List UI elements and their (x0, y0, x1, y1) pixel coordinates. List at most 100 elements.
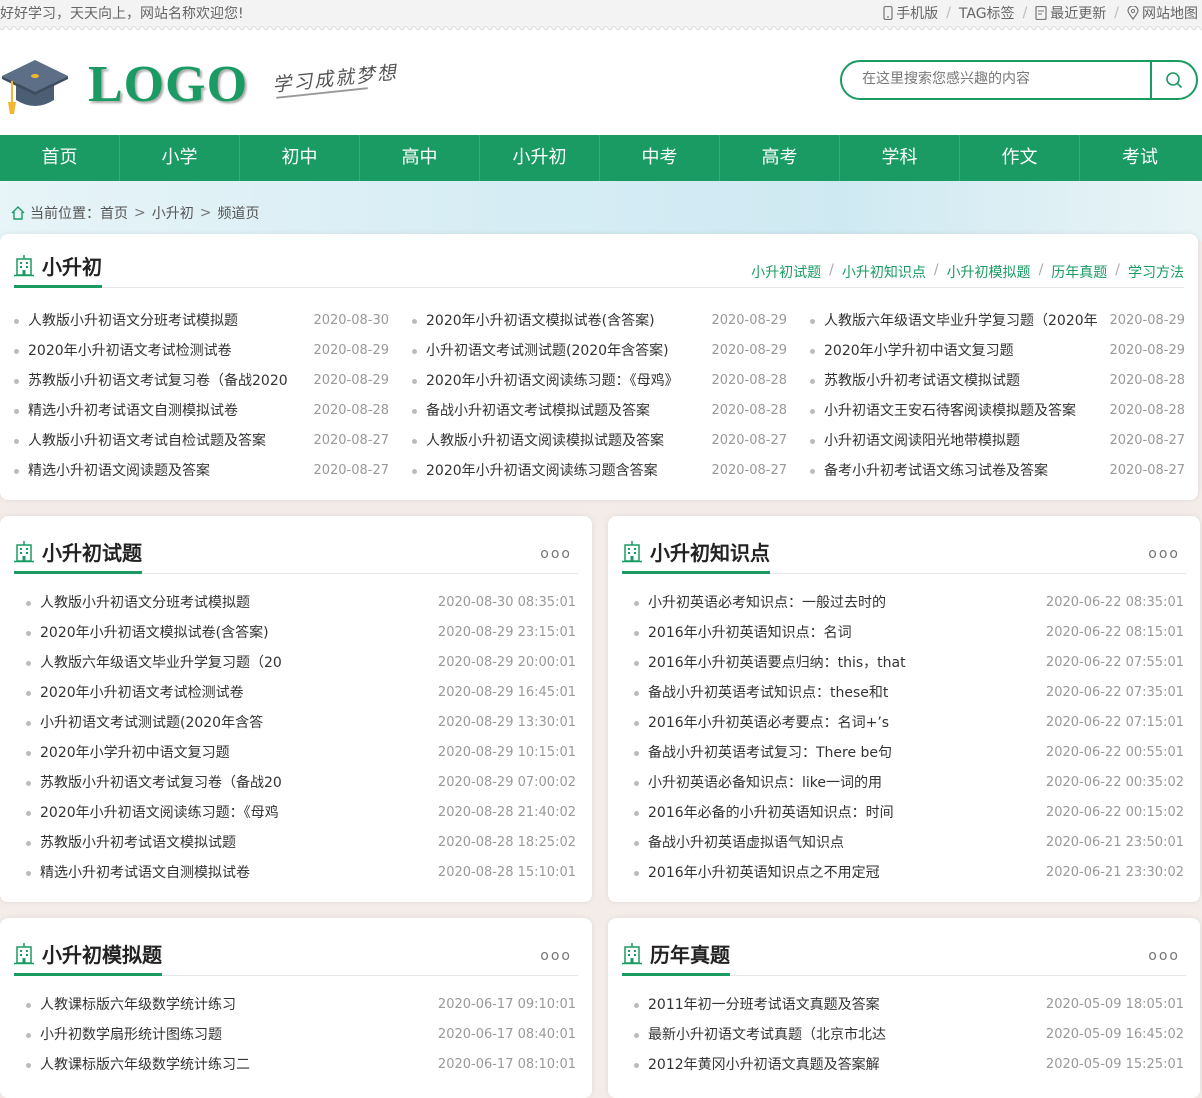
list-item[interactable]: 精选小升初考试语文自测模拟试卷 2020-08-28 (14, 396, 389, 426)
divider: / (933, 262, 939, 278)
search-button[interactable] (1150, 62, 1196, 98)
list-item-title: 苏教版小升初考试语文模拟试题 (40, 835, 236, 851)
list-item[interactable]: 人教版小升初语文阅读模拟试题及答案 2020-08-27 (412, 426, 787, 456)
more-button[interactable]: ooo (540, 948, 572, 964)
list-item[interactable]: 人教版小升初语文分班考试模拟题 2020-08-30 08:35:01 (26, 588, 576, 618)
bullet-icon (634, 1033, 639, 1038)
list-item-title: 人教课标版六年级数学统计练习二 (40, 1057, 250, 1073)
list-item[interactable]: 人教版六年级语文毕业升学复习题（20 2020-08-29 20:00:01 (26, 648, 576, 678)
list-item[interactable]: 2016年小升初英语知识点：名词 2020-06-22 08:15:01 (634, 618, 1184, 648)
list-item-date: 2020-06-17 09:10:01 (437, 997, 576, 1012)
nav-home[interactable]: 首页 (0, 135, 120, 181)
list-item-title: 小升初数学扇形统计图练习题 (40, 1027, 222, 1043)
list-item[interactable]: 小升初语文考试测试题(2020年含答案) 2020-08-29 (412, 336, 787, 366)
list-item-title: 2016年必备的小升初英语知识点：时间 (648, 805, 894, 821)
list-item[interactable]: 精选小升初考试语文自测模拟试卷 2020-08-28 15:10:01 (26, 858, 576, 888)
nav-junior-high[interactable]: 初中 (240, 135, 360, 181)
sublink-methods[interactable]: 学习方法 (1128, 262, 1184, 282)
list-item[interactable]: 小升初英语必备知识点：like一词的用 2020-06-22 00:35:02 (634, 768, 1184, 798)
list-item[interactable]: 2020年小升初语文阅读练习题：《母鸡》 2020-08-28 (412, 366, 787, 396)
building-icon (622, 942, 642, 964)
bullet-icon (26, 871, 31, 876)
nav-gaokao[interactable]: 高考 (720, 135, 840, 181)
list-item-date: 2020-08-30 08:35:01 (437, 595, 576, 610)
list-item[interactable]: 2020年小升初语文考试检测试卷 2020-08-29 (14, 336, 389, 366)
list-item[interactable]: 备战小升初英语虚拟语气知识点 2020-06-21 23:50:01 (634, 828, 1184, 858)
list-item[interactable]: 2020年小升初语文阅读练习题含答案 2020-08-27 (412, 456, 787, 486)
bullet-icon (26, 841, 31, 846)
list-item[interactable]: 苏教版小升初语文考试复习卷（备战2020 2020-08-29 (14, 366, 389, 396)
list-item[interactable]: 人教版小升初语文分班考试模拟题 2020-08-30 (14, 306, 389, 336)
list-item[interactable]: 备战小升初语文考试模拟试题及答案 2020-08-28 (412, 396, 787, 426)
list-item[interactable]: 2020年小升初语文模拟试卷(含答案) 2020-08-29 (412, 306, 787, 336)
sitemap-link[interactable]: 网站地图 (1127, 3, 1198, 23)
list-item[interactable]: 苏教版小升初考试语文模拟试题 2020-08-28 18:25:02 (26, 828, 576, 858)
nav-xiaoshengchu[interactable]: 小升初 (480, 135, 600, 181)
site-logo[interactable]: LOGO (0, 50, 248, 118)
list-item[interactable]: 小升初语文王安石待客阅读模拟题及答案 2020-08-28 (810, 396, 1185, 426)
search-box (840, 60, 1198, 100)
more-button[interactable]: ooo (1148, 546, 1180, 562)
list-item[interactable]: 2020年小学升初中语文复习题 2020-08-29 10:15:01 (26, 738, 576, 768)
list-item-title: 2020年小升初语文阅读练习题：《母鸡》 (426, 373, 679, 389)
bullet-icon (14, 439, 19, 444)
main-section-list: 人教版小升初语文分班考试模拟题 2020-08-30 2020年小升初语文考试检测试… (14, 306, 1185, 486)
list-item[interactable]: 最新小升初语文考试真题（北京市北达 2020-05-09 16:45:02 (634, 1020, 1184, 1050)
list-item-title: 2020年小学升初中语文复习题 (824, 343, 1014, 359)
more-button[interactable]: ooo (1148, 948, 1180, 964)
more-button[interactable]: ooo (540, 546, 572, 562)
list-item[interactable]: 小升初语文考试测试题(2020年含答 2020-08-29 13:30:01 (26, 708, 576, 738)
list-item[interactable]: 2020年小升初语文考试检测试卷 2020-08-29 16:45:01 (26, 678, 576, 708)
breadcrumb-sep: > (134, 205, 146, 221)
bullet-icon (634, 661, 639, 666)
list-item[interactable]: 2016年小升初英语必考要点：名词+’s 2020-06-22 07:15:01 (634, 708, 1184, 738)
sublink-past-papers[interactable]: 历年真题 (1051, 262, 1107, 282)
bullet-icon (26, 751, 31, 756)
list-item-title: 2020年小升初语文考试检测试卷 (40, 685, 244, 701)
list-item[interactable]: 备战小升初英语考试知识点：these和t 2020-06-22 07:35:01 (634, 678, 1184, 708)
sublink-knowledge[interactable]: 小升初知识点 (842, 262, 926, 282)
nav-composition[interactable]: 作文 (960, 135, 1080, 181)
list-item-date: 2020-08-27 (711, 433, 787, 448)
breadcrumb-home[interactable]: 首页 (100, 203, 128, 223)
list-item[interactable]: 2020年小学升初中语文复习题 2020-08-29 (810, 336, 1185, 366)
list-item[interactable]: 备考小升初考试语文练习试卷及答案 2020-08-27 (810, 456, 1185, 486)
breadcrumb-xiaoshengchu[interactable]: 小升初 (152, 203, 194, 223)
list-item[interactable]: 小升初英语必考知识点：一般过去时的 2020-06-22 08:35:01 (634, 588, 1184, 618)
list-item[interactable]: 精选小升初语文阅读题及答案 2020-08-27 (14, 456, 389, 486)
list-item-title: 精选小升初考试语文自测模拟试卷 (40, 865, 250, 881)
list-item[interactable]: 人教课标版六年级数学统计练习二 2020-06-17 08:10:01 (26, 1050, 576, 1080)
nav-zhongkao[interactable]: 中考 (600, 135, 720, 181)
list-item[interactable]: 2020年小升初语文模拟试卷(含答案) 2020-08-29 23:15:01 (26, 618, 576, 648)
list-item[interactable]: 小升初语文阅读阳光地带模拟题 2020-08-27 (810, 426, 1185, 456)
list-item[interactable]: 2012年黄冈小升初语文真题及答案解 2020-05-09 15:25:01 (634, 1050, 1184, 1080)
list-item[interactable]: 备战小升初英语考试复习：There be句 2020-06-22 00:55:01 (634, 738, 1184, 768)
search-input[interactable] (860, 70, 1140, 88)
mobile-link[interactable]: 手机版 (883, 3, 938, 23)
nav-senior-high[interactable]: 高中 (360, 135, 480, 181)
list-item[interactable]: 人教课标版六年级数学统计练习 2020-06-17 09:10:01 (26, 990, 576, 1020)
list-item[interactable]: 2011年初一分班考试语文真题及答案 2020-05-09 18:05:01 (634, 990, 1184, 1020)
tag-link[interactable]: TAG标签 (959, 3, 1015, 23)
list-item[interactable]: 2016年小升初英语要点归纳：this，that 2020-06-22 07:55… (634, 648, 1184, 678)
list-item[interactable]: 2016年必备的小升初英语知识点：时间 2020-06-22 00:15:02 (634, 798, 1184, 828)
list-item[interactable]: 人教版六年级语文毕业升学复习题（2020年 2020-08-29 (810, 306, 1185, 336)
bullet-icon (412, 319, 417, 324)
nav-subjects[interactable]: 学科 (840, 135, 960, 181)
list-item[interactable]: 人教版小升初语文考试自检试题及答案 2020-08-27 (14, 426, 389, 456)
list-item[interactable]: 2016年小升初英语知识点之不用定冠 2020-06-21 23:30:02 (634, 858, 1184, 888)
nav-primary[interactable]: 小学 (120, 135, 240, 181)
list-item[interactable]: 苏教版小升初语文考试复习卷（备战20 2020-08-29 07:00:02 (26, 768, 576, 798)
top-bar: 好好学习，天天向上，网站名称欢迎您! 手机版 / TAG标签 / 最近更新 / … (0, 0, 1202, 28)
top-links: 手机版 / TAG标签 / 最近更新 / 网站地图 (883, 3, 1198, 23)
bullet-icon (412, 409, 417, 414)
list-item-date: 2020-06-21 23:50:01 (1045, 835, 1184, 850)
nav-exams[interactable]: 考试 (1080, 135, 1200, 181)
list-item[interactable]: 2020年小升初语文阅读练习题：《母鸡 2020-08-28 21:40:02 (26, 798, 576, 828)
sublink-mock[interactable]: 小升初模拟题 (947, 262, 1031, 282)
list-item[interactable]: 小升初数学扇形统计图练习题 2020-06-17 08:40:01 (26, 1020, 576, 1050)
search-icon (1166, 72, 1183, 89)
recent-updates-link[interactable]: 最近更新 (1035, 3, 1106, 23)
list-item[interactable]: 苏教版小升初考试语文模拟试题 2020-08-28 (810, 366, 1185, 396)
sublink-tests[interactable]: 小升初试题 (751, 262, 821, 282)
